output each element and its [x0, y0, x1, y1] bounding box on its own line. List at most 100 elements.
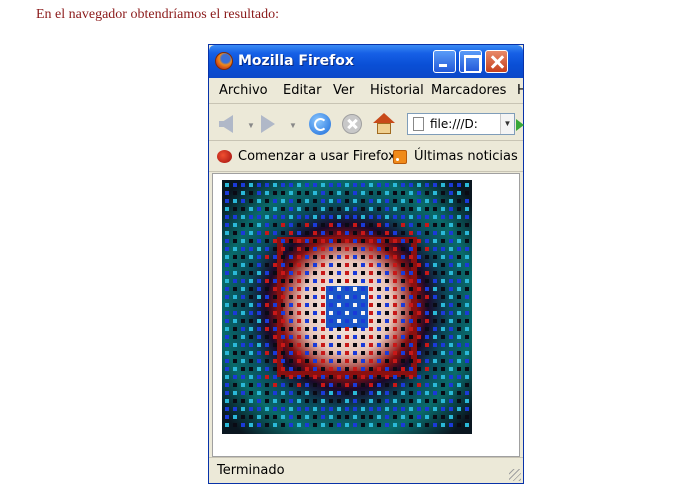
op-art-dot	[345, 271, 349, 275]
op-art-dot	[233, 239, 237, 243]
title-bar[interactable]: Mozilla Firefox	[209, 45, 523, 78]
op-art-dot	[409, 239, 413, 243]
op-art-dot	[385, 423, 389, 427]
op-art-dot	[313, 183, 317, 187]
bookmark-comenzar[interactable]: Comenzar a usar Firefox	[238, 149, 396, 164]
op-art-dot	[401, 335, 405, 339]
bookmark-ultimas-noticias[interactable]: Últimas noticias	[414, 149, 518, 164]
url-bar[interactable]: file:///D: ▼	[407, 113, 515, 135]
op-art-dot	[305, 271, 309, 275]
op-art-dot	[313, 215, 317, 219]
menu-editar[interactable]: Editar	[283, 83, 322, 98]
op-art-dot	[329, 223, 333, 227]
op-art-dot	[465, 335, 469, 339]
op-art-dot	[297, 399, 301, 403]
op-art-dot	[265, 271, 269, 275]
op-art-dot	[313, 319, 317, 323]
menu-marcadores[interactable]: Marcadores	[431, 83, 506, 98]
op-art-dot	[417, 279, 421, 283]
op-art-dot	[385, 223, 389, 227]
op-art-dot	[337, 319, 341, 323]
op-art-dot	[345, 375, 349, 379]
op-art-dot	[265, 207, 269, 211]
op-art-dot	[225, 247, 229, 251]
op-art-dot	[449, 311, 453, 315]
close-button[interactable]	[485, 50, 508, 73]
menu-ayuda[interactable]: H	[517, 83, 523, 98]
op-art-dot	[457, 183, 461, 187]
op-art-dot	[425, 319, 429, 323]
status-text: Terminado	[217, 463, 285, 478]
op-art-dot	[329, 391, 333, 395]
op-art-dot	[457, 351, 461, 355]
minimize-button[interactable]	[433, 50, 456, 73]
bookmarks-toolbar: Comenzar a usar Firefox Últimas noticias	[209, 142, 523, 172]
menu-ver[interactable]: Ver	[333, 83, 354, 98]
back-dropdown-icon[interactable]: ▼	[247, 121, 255, 130]
op-art-dot	[345, 183, 349, 187]
op-art-dot	[273, 415, 277, 419]
op-art-dot	[409, 215, 413, 219]
op-art-dot	[265, 343, 269, 347]
op-art-dot	[265, 335, 269, 339]
op-art-dot	[465, 255, 469, 259]
op-art-dot	[377, 399, 381, 403]
op-art-dot	[425, 199, 429, 203]
op-art-dot	[385, 231, 389, 235]
op-art-dot	[449, 359, 453, 363]
maximize-button[interactable]	[459, 50, 482, 73]
op-art-dot	[425, 359, 429, 363]
op-art-dot	[241, 199, 245, 203]
op-art-dot	[441, 199, 445, 203]
op-art-dot	[329, 231, 333, 235]
op-art-dot	[353, 207, 357, 211]
op-art-dot	[305, 319, 309, 323]
url-dropdown-icon[interactable]: ▼	[500, 114, 514, 134]
op-art-dot	[465, 375, 469, 379]
op-art-dot	[345, 343, 349, 347]
forward-arrow-icon[interactable]	[261, 115, 275, 133]
op-art-dot	[257, 271, 261, 275]
back-arrow-icon[interactable]	[219, 115, 233, 133]
op-art-dot	[297, 183, 301, 187]
op-art-dot	[377, 295, 381, 299]
reload-icon[interactable]	[309, 113, 331, 135]
op-art-dot	[289, 255, 293, 259]
stop-icon[interactable]	[342, 114, 362, 134]
forward-dropdown-icon[interactable]: ▼	[289, 121, 297, 130]
op-art-dot	[417, 303, 421, 307]
op-art-dot	[241, 255, 245, 259]
op-art-dot	[369, 327, 373, 331]
op-art-dot	[465, 263, 469, 267]
op-art-dot	[417, 255, 421, 259]
home-icon[interactable]	[373, 113, 395, 135]
op-art-dot	[401, 287, 405, 291]
op-art-dot	[449, 343, 453, 347]
op-art-dot	[249, 207, 253, 211]
op-art-dot	[385, 295, 389, 299]
op-art-dot	[353, 367, 357, 371]
op-art-dot	[337, 247, 341, 251]
op-art-dot	[257, 399, 261, 403]
op-art-dot	[289, 343, 293, 347]
op-art-dot	[337, 335, 341, 339]
op-art-dot	[369, 191, 373, 195]
menu-historial[interactable]: Historial	[370, 83, 424, 98]
op-art-dot	[313, 335, 317, 339]
op-art-dot	[369, 343, 373, 347]
op-art-dot	[329, 375, 333, 379]
op-art-dot	[377, 319, 381, 323]
op-art-dot	[273, 287, 277, 291]
op-art-dot	[353, 263, 357, 267]
op-art-dot	[353, 383, 357, 387]
op-art-dot	[345, 367, 349, 371]
op-art-dot	[465, 279, 469, 283]
go-arrow-icon[interactable]	[516, 119, 524, 131]
op-art-dot	[241, 271, 245, 275]
resize-grip-icon[interactable]	[509, 469, 521, 481]
op-art-dot	[369, 223, 373, 227]
op-art-dot	[401, 271, 405, 275]
op-art-dot	[441, 311, 445, 315]
menu-archivo[interactable]: Archivo	[219, 83, 268, 98]
op-art-dot	[417, 239, 421, 243]
